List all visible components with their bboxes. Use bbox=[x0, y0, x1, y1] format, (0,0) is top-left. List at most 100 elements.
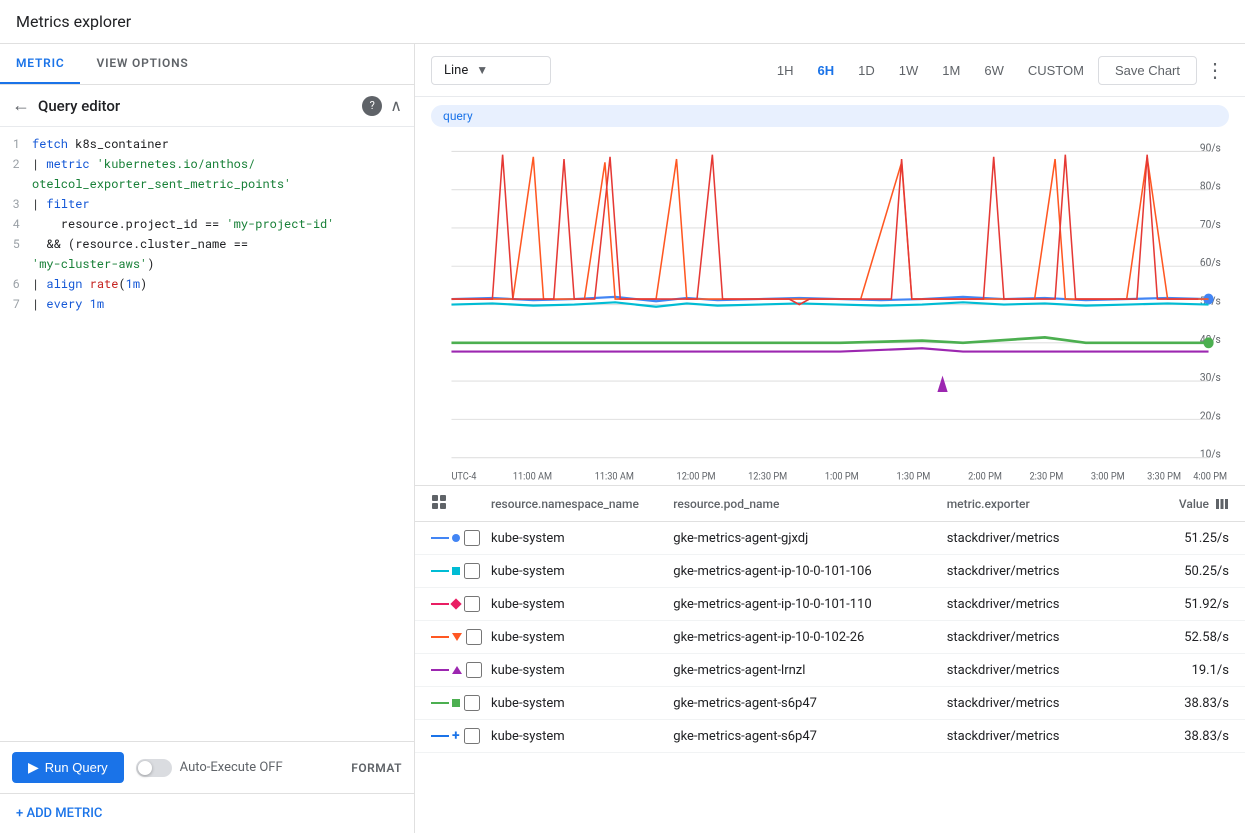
row-pod-1: gke-metrics-agent-gjxdj bbox=[673, 531, 946, 546]
chart-type-select[interactable]: Line ▼ bbox=[431, 56, 551, 85]
row-indicator-6 bbox=[431, 695, 491, 711]
code-line-5: 5 && (resource.cluster_name == bbox=[0, 235, 414, 255]
more-options-button[interactable]: ⋮ bbox=[1201, 54, 1229, 86]
row-pod-3: gke-metrics-agent-ip-10-0-101-110 bbox=[673, 597, 946, 612]
back-button[interactable]: ← bbox=[12, 95, 30, 116]
row-namespace-3: kube-system bbox=[491, 597, 673, 612]
chart-type-label: Line bbox=[444, 63, 468, 78]
svg-text:1:30 PM: 1:30 PM bbox=[897, 471, 931, 482]
bottom-bar: ▶ Run Query Auto-Execute OFF FORMAT bbox=[0, 741, 414, 793]
query-chip[interactable]: query bbox=[431, 105, 1229, 127]
run-query-button[interactable]: ▶ Run Query bbox=[12, 752, 124, 783]
table-row: kube-system gke-metrics-agent-ip-10-0-10… bbox=[415, 555, 1245, 588]
svg-text:4:00 PM: 4:00 PM bbox=[1193, 471, 1227, 482]
time-6h-button[interactable]: 6H bbox=[808, 58, 845, 83]
row-checkbox-4[interactable] bbox=[466, 629, 482, 645]
add-metric-button[interactable]: + ADD METRIC bbox=[0, 793, 414, 833]
toggle-knob bbox=[138, 761, 152, 775]
tab-view-options[interactable]: VIEW OPTIONS bbox=[80, 44, 204, 84]
save-chart-button[interactable]: Save Chart bbox=[1098, 56, 1197, 85]
time-1d-button[interactable]: 1D bbox=[848, 58, 885, 83]
toggle-switch[interactable] bbox=[136, 759, 172, 777]
row-namespace-1: kube-system bbox=[491, 531, 673, 546]
run-query-label: Run Query bbox=[45, 760, 108, 775]
row-pod-7: gke-metrics-agent-s6p47 bbox=[673, 729, 946, 744]
row-checkbox-7[interactable] bbox=[464, 728, 480, 744]
top-bar: Metrics explorer bbox=[0, 0, 1245, 44]
row-checkbox-3[interactable] bbox=[464, 596, 480, 612]
svg-text:10/s: 10/s bbox=[1200, 447, 1221, 460]
svg-text:60/s: 60/s bbox=[1200, 256, 1221, 269]
auto-execute-toggle: Auto-Execute OFF bbox=[136, 759, 283, 777]
row-indicator-5 bbox=[431, 662, 491, 678]
row-namespace-6: kube-system bbox=[491, 696, 673, 711]
svg-text:20/s: 20/s bbox=[1200, 409, 1221, 422]
table-header: resource.namespace_name resource.pod_nam… bbox=[415, 486, 1245, 522]
row-value-2: 50.25/s bbox=[1129, 564, 1229, 579]
row-checkbox-1[interactable] bbox=[464, 530, 480, 546]
table-row: + kube-system gke-metrics-agent-s6p47 st… bbox=[415, 720, 1245, 753]
row-exporter-4: stackdriver/metrics bbox=[947, 630, 1129, 645]
table-row: kube-system gke-metrics-agent-lrnzl stac… bbox=[415, 654, 1245, 687]
row-exporter-1: stackdriver/metrics bbox=[947, 531, 1129, 546]
svg-text:11:30 AM: 11:30 AM bbox=[595, 471, 634, 482]
auto-execute-label: Auto-Execute OFF bbox=[180, 760, 283, 775]
query-editor-header: ← Query editor ? ∧ bbox=[0, 85, 414, 127]
row-indicator-4 bbox=[431, 629, 491, 645]
header-icon-col bbox=[431, 494, 491, 513]
format-button[interactable]: FORMAT bbox=[351, 761, 402, 775]
code-line-1: 1 fetch k8s_container bbox=[0, 135, 414, 155]
left-panel: METRIC VIEW OPTIONS ← Query editor ? ∧ 1… bbox=[0, 44, 415, 833]
row-exporter-7: stackdriver/metrics bbox=[947, 729, 1129, 744]
row-namespace-7: kube-system bbox=[491, 729, 673, 744]
row-pod-4: gke-metrics-agent-ip-10-0-102-26 bbox=[673, 630, 946, 645]
time-1w-button[interactable]: 1W bbox=[889, 58, 929, 83]
row-checkbox-6[interactable] bbox=[464, 695, 480, 711]
grid-icon bbox=[431, 494, 447, 510]
time-buttons: 1H 6H 1D 1W 1M 6W CUSTOM Save Chart ⋮ bbox=[767, 54, 1229, 86]
svg-text:80/s: 80/s bbox=[1200, 179, 1221, 192]
row-value-5: 19.1/s bbox=[1129, 663, 1229, 678]
time-6w-button[interactable]: 6W bbox=[974, 58, 1014, 83]
code-line-7: 7 | every 1m bbox=[0, 295, 414, 315]
row-checkbox-2[interactable] bbox=[464, 563, 480, 579]
custom-button[interactable]: CUSTOM bbox=[1018, 58, 1094, 83]
row-exporter-3: stackdriver/metrics bbox=[947, 597, 1129, 612]
help-button[interactable]: ? bbox=[362, 96, 382, 116]
code-line-6: 6 | align rate(1m) bbox=[0, 275, 414, 295]
column-settings-icon[interactable] bbox=[1215, 497, 1229, 511]
time-1m-button[interactable]: 1M bbox=[932, 58, 970, 83]
row-pod-2: gke-metrics-agent-ip-10-0-101-106 bbox=[673, 564, 946, 579]
svg-text:UTC-4: UTC-4 bbox=[451, 471, 477, 482]
query-editor-title: Query editor bbox=[38, 97, 354, 115]
svg-text:1:00 PM: 1:00 PM bbox=[825, 471, 859, 482]
chart-svg: 90/s 80/s 70/s 60/s 50/s 40/s 30/s 20/s … bbox=[431, 135, 1229, 485]
row-value-4: 52.58/s bbox=[1129, 630, 1229, 645]
tab-metric[interactable]: METRIC bbox=[0, 44, 80, 84]
code-line-2: 2 | metric 'kubernetes.io/anthos/ bbox=[0, 155, 414, 175]
play-icon: ▶ bbox=[28, 759, 39, 776]
code-editor[interactable]: 1 fetch k8s_container 2 | metric 'kubern… bbox=[0, 127, 414, 741]
time-1h-button[interactable]: 1H bbox=[767, 58, 804, 83]
tabs: METRIC VIEW OPTIONS bbox=[0, 44, 414, 85]
row-namespace-2: kube-system bbox=[491, 564, 673, 579]
svg-text:11:00 AM: 11:00 AM bbox=[513, 471, 552, 482]
header-pod: resource.pod_name bbox=[673, 497, 946, 511]
header-exporter: metric.exporter bbox=[947, 497, 1129, 511]
data-table: resource.namespace_name resource.pod_nam… bbox=[415, 485, 1245, 833]
main-layout: METRIC VIEW OPTIONS ← Query editor ? ∧ 1… bbox=[0, 44, 1245, 833]
row-indicator-2 bbox=[431, 563, 491, 579]
row-exporter-5: stackdriver/metrics bbox=[947, 663, 1129, 678]
row-checkbox-5[interactable] bbox=[466, 662, 482, 678]
table-row: kube-system gke-metrics-agent-s6p47 stac… bbox=[415, 687, 1245, 720]
row-pod-5: gke-metrics-agent-lrnzl bbox=[673, 663, 946, 678]
dropdown-icon: ▼ bbox=[476, 63, 488, 77]
add-metric-label: + ADD METRIC bbox=[16, 806, 102, 821]
header-value: Value bbox=[1129, 497, 1229, 511]
table-row: kube-system gke-metrics-agent-gjxdj stac… bbox=[415, 522, 1245, 555]
collapse-button[interactable]: ∧ bbox=[390, 96, 402, 115]
row-value-3: 51.92/s bbox=[1129, 597, 1229, 612]
svg-text:2:30 PM: 2:30 PM bbox=[1030, 471, 1064, 482]
svg-text:12:30 PM: 12:30 PM bbox=[748, 471, 787, 482]
row-namespace-4: kube-system bbox=[491, 630, 673, 645]
